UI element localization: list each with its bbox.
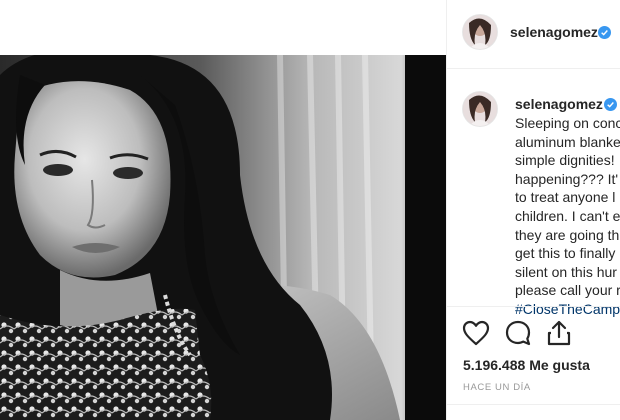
caption-line: get this to finally bbox=[515, 245, 616, 262]
post-photo[interactable] bbox=[0, 55, 446, 420]
caption-hashtag[interactable]: #CloseTheCamp bbox=[515, 300, 620, 319]
caption-line: children. I can't e bbox=[515, 207, 620, 224]
caption-line: they are going th bbox=[515, 226, 620, 243]
heart-icon[interactable] bbox=[461, 318, 491, 348]
likes-number: 5.196.488 bbox=[463, 357, 526, 373]
caption-line: Sleeping on conc bbox=[515, 115, 620, 131]
likes-label: Me gusta bbox=[529, 357, 590, 373]
comment-bubble-icon[interactable] bbox=[503, 318, 533, 348]
post-timestamp[interactable]: HACE UN DÍA bbox=[463, 382, 531, 393]
bottom-divider bbox=[447, 404, 620, 405]
caption-line: silent on this hur bbox=[515, 263, 617, 280]
share-upload-icon[interactable] bbox=[544, 318, 574, 348]
actions-divider bbox=[447, 306, 620, 307]
header-avatar[interactable] bbox=[463, 15, 497, 49]
verified-badge-icon bbox=[598, 26, 611, 39]
likes-count[interactable]: 5.196.488 Me gusta bbox=[463, 357, 590, 373]
verified-badge-icon bbox=[604, 98, 617, 111]
header-username[interactable]: selenagomez bbox=[510, 24, 598, 40]
caption-username[interactable]: selenagomez bbox=[515, 96, 603, 112]
caption-line: simple dignities! bbox=[515, 152, 615, 169]
side-divider bbox=[446, 0, 447, 420]
caption-line: to treat anyone l bbox=[515, 189, 616, 206]
caption-line: aluminum blanke bbox=[515, 133, 620, 150]
caption-line: happening??? It' bbox=[515, 170, 619, 187]
header-divider bbox=[447, 68, 620, 69]
caption-line: please call your r bbox=[515, 282, 620, 299]
caption-text: Sleeping on conc aluminum blanke simple … bbox=[515, 114, 620, 319]
caption-avatar[interactable] bbox=[463, 92, 497, 126]
